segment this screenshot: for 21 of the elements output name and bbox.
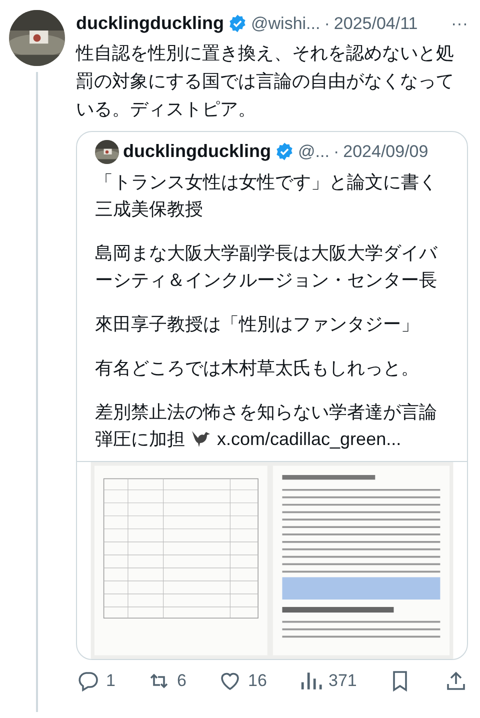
post-date[interactable]: 2024/09/09 [343, 138, 428, 164]
user-name[interactable]: ducklingduckling [76, 10, 224, 37]
user-handle[interactable]: @wishi... [251, 10, 320, 36]
link[interactable]: x.com/cadillac_green... [217, 429, 402, 449]
repost-button[interactable]: 6 [147, 668, 186, 694]
quoted-post-text: 島岡まな大阪大学副学長は大阪大学ダイバーシティ＆インクルージョン・センター長 [95, 242, 438, 292]
user-handle[interactable]: @... [298, 138, 330, 164]
quoted-post-text: 有名どころでは木村草太氏もしれっと。 [95, 357, 420, 380]
post-date[interactable]: 2025/04/11 [334, 10, 418, 36]
user-name[interactable]: ducklingduckling [123, 138, 272, 165]
separator: · [324, 12, 330, 35]
more-button[interactable]: ··· [451, 10, 468, 36]
quoted-post-text: 來田享子教授は「性別はファンタジー」 [95, 313, 420, 336]
like-button[interactable]: 16 [218, 668, 267, 694]
views-button[interactable]: 371 [298, 668, 357, 694]
quoted-post-card[interactable]: ducklingduckling @... · 2024/09/09 「トランス女性は女性です」と論文に書く三成美保教授 島岡まな大阪大学副学長は大阪大学ダイバーシティ＆インクルージョン・センター長 來田享子教授は「性別はファンタジー」 有名どころでは木村草太氏もしれっと。 差別禁止法の怖さを知らない学者達が言論弾圧に加担 x.com/cadillac_green... [76, 131, 468, 660]
quoted-post-text: 差別禁止法の怖さを知らない学者達が言論弾圧に加担 x.com/cadillac_green... [95, 401, 438, 451]
post-text: 性自認を性別に置き換え、それを認めないと処罰の対象にする国では言論の自由がなくなっている。ディストピア。 [76, 42, 455, 121]
quoted-post-text: 「トランス女性は女性です」と論文に書く三成美保教授 [95, 171, 438, 221]
reply-button[interactable]: 1 [76, 668, 116, 694]
separator: · [333, 140, 340, 163]
